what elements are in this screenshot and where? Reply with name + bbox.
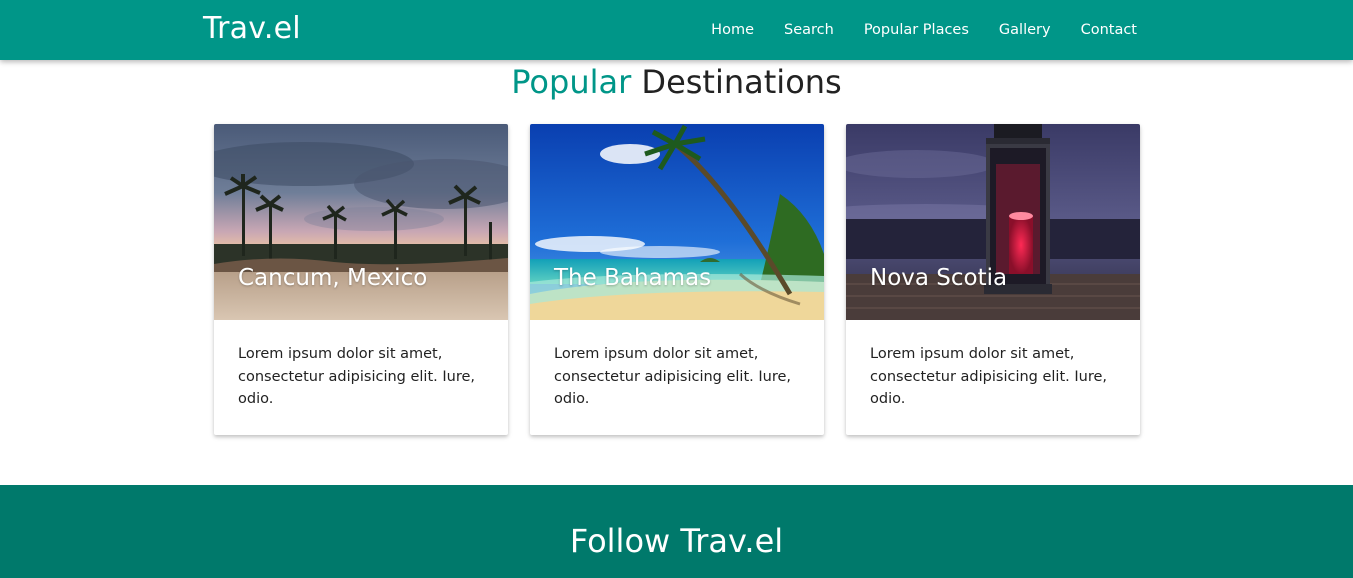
nav-link-gallery[interactable]: Gallery	[999, 22, 1051, 38]
section-title-rest: Destinations	[641, 63, 842, 101]
section-title: Popular Destinations	[0, 63, 1353, 101]
nav-link-home[interactable]: Home	[711, 22, 754, 38]
brand-logo-link[interactable]: Trav.el	[203, 11, 301, 46]
nav-links: Home Search Popular Places Gallery Conta…	[681, 0, 1137, 60]
nav-link-search[interactable]: Search	[784, 22, 834, 38]
card-title: Nova Scotia	[870, 265, 1008, 291]
nav-link-popular-places[interactable]: Popular Places	[864, 22, 969, 38]
nav-link-contact[interactable]: Contact	[1081, 22, 1137, 38]
destination-card[interactable]: Cancum, Mexico Lorem ipsum dolor sit ame…	[214, 124, 508, 435]
card-image-sunset-beach: Cancum, Mexico	[214, 124, 508, 320]
card-image-lantern-dock: Nova Scotia	[846, 124, 1140, 320]
follow-title: Follow Trav.el	[569, 522, 784, 560]
card-image-tropical-beach: The Bahamas	[530, 124, 824, 320]
section-title-accent: Popular	[511, 63, 632, 101]
card-title: Cancum, Mexico	[238, 265, 428, 291]
card-text: Lorem ipsum dolor sit amet, consectetur …	[554, 346, 791, 407]
destination-card[interactable]: The Bahamas Lorem ipsum dolor sit amet, …	[530, 124, 824, 435]
card-title: The Bahamas	[554, 265, 712, 291]
card-text: Lorem ipsum dolor sit amet, consectetur …	[870, 346, 1107, 407]
card-text: Lorem ipsum dolor sit amet, consectetur …	[238, 346, 475, 407]
follow-section: Follow Trav.el	[0, 485, 1353, 578]
top-navbar: Trav.el Home Search Popular Places Galle…	[0, 0, 1353, 60]
destination-card[interactable]: Nova Scotia Lorem ipsum dolor sit amet, …	[846, 124, 1140, 435]
